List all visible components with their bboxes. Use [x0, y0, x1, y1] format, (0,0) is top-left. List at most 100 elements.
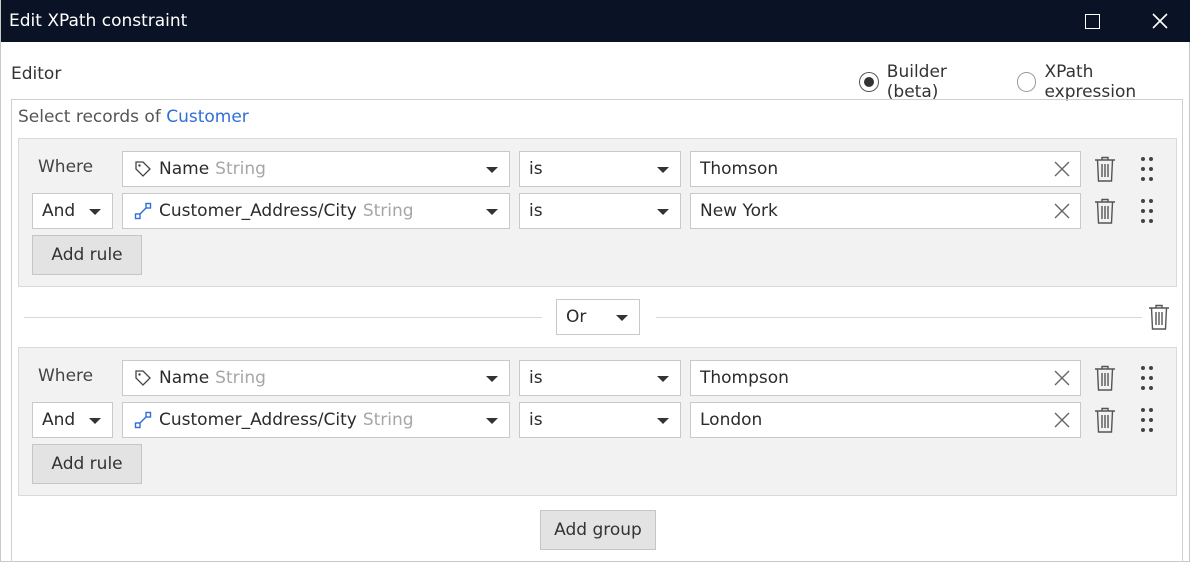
- clear-icon: [1054, 370, 1070, 386]
- maximize-button[interactable]: [1069, 0, 1115, 42]
- drag-handle-icon: [1141, 408, 1153, 432]
- rule-row: And Customer_Address/City String is New …: [19, 193, 1176, 229]
- delete-group-button[interactable]: [1146, 302, 1172, 332]
- attribute-select[interactable]: Customer_Address/City String: [122, 402, 510, 438]
- trash-icon: [1095, 156, 1115, 182]
- chevron-down-icon: [616, 315, 628, 321]
- association-icon: [133, 201, 153, 221]
- xpath-expression-radio[interactable]: [1016, 72, 1037, 92]
- attribute-select[interactable]: Name String: [122, 151, 510, 187]
- trash-icon: [1095, 407, 1115, 433]
- operator-value: is: [529, 368, 543, 388]
- drag-handle[interactable]: [1134, 363, 1160, 393]
- attribute-type: String: [215, 368, 266, 388]
- operator-value: is: [529, 410, 543, 430]
- clear-value-button[interactable]: [1044, 152, 1080, 186]
- entity-link[interactable]: Customer: [166, 107, 249, 127]
- select-records-text: Select records of Customer: [18, 107, 249, 127]
- chevron-down-icon: [486, 209, 498, 215]
- connector-value: And: [42, 410, 76, 430]
- clear-value-button[interactable]: [1044, 403, 1080, 437]
- operator-select[interactable]: is: [519, 193, 681, 229]
- rule-row: And Customer_Address/City String is Lond…: [19, 402, 1176, 438]
- tag-icon: [133, 368, 153, 388]
- select-records-prefix: Select records of: [18, 107, 161, 127]
- chevron-down-icon: [89, 209, 101, 215]
- builder-mode-option[interactable]: Builder (beta): [859, 62, 1003, 102]
- association-icon: [133, 410, 153, 430]
- chevron-down-icon: [657, 418, 669, 424]
- builder-radio[interactable]: [859, 72, 879, 92]
- group-connector-select[interactable]: Or: [556, 299, 640, 335]
- operator-select[interactable]: is: [519, 360, 681, 396]
- rule-row: Where Name String is Thomson: [19, 151, 1176, 187]
- rule-group-1: Where Name String is Thomson And Custome…: [18, 138, 1177, 287]
- value-input[interactable]: New York: [690, 193, 1081, 229]
- drag-handle[interactable]: [1134, 405, 1160, 435]
- add-group-button[interactable]: Add group: [540, 510, 656, 550]
- where-label: Where: [38, 366, 94, 386]
- drag-handle-icon: [1141, 199, 1153, 223]
- chevron-down-icon: [657, 209, 669, 215]
- drag-handle-icon: [1141, 157, 1153, 181]
- delete-rule-button[interactable]: [1092, 405, 1118, 435]
- clear-value-button[interactable]: [1044, 361, 1080, 395]
- add-rule-button[interactable]: Add rule: [32, 235, 142, 275]
- add-rule-button[interactable]: Add rule: [32, 444, 142, 484]
- chevron-down-icon: [89, 418, 101, 424]
- group-connector-value: Or: [566, 307, 587, 327]
- drag-handle-icon: [1141, 366, 1153, 390]
- where-label: Where: [38, 157, 94, 177]
- attribute-name: Customer_Address/City: [159, 201, 357, 221]
- clear-icon: [1054, 161, 1070, 177]
- operator-value: is: [529, 201, 543, 221]
- attribute-select[interactable]: Name String: [122, 360, 510, 396]
- title-bar: Edit XPath constraint: [1, 0, 1190, 42]
- drag-handle[interactable]: [1134, 154, 1160, 184]
- delete-rule-button[interactable]: [1092, 363, 1118, 393]
- connector-value: And: [42, 201, 76, 221]
- tag-icon: [133, 159, 153, 179]
- connector-select[interactable]: And: [32, 402, 113, 438]
- clear-value-button[interactable]: [1044, 194, 1080, 228]
- divider-line: [24, 317, 542, 318]
- drag-handle[interactable]: [1134, 196, 1160, 226]
- editor-label: Editor: [11, 64, 62, 84]
- value-input[interactable]: Thompson: [690, 360, 1081, 396]
- operator-select[interactable]: is: [519, 151, 681, 187]
- close-icon: [1152, 13, 1168, 29]
- delete-rule-button[interactable]: [1092, 196, 1118, 226]
- attribute-type: String: [362, 201, 414, 221]
- value-input[interactable]: Thomson: [690, 151, 1081, 187]
- xpath-expression-label: XPath expression: [1044, 62, 1137, 102]
- attribute-select[interactable]: Customer_Address/City String: [122, 193, 510, 229]
- close-button[interactable]: [1137, 0, 1183, 42]
- builder-mode-label: Builder (beta): [886, 62, 947, 102]
- operator-select[interactable]: is: [519, 402, 681, 438]
- xpath-expression-option[interactable]: XPath expression: [1016, 62, 1189, 102]
- trash-icon: [1095, 365, 1115, 391]
- window-title: Edit XPath constraint: [9, 11, 188, 31]
- clear-icon: [1054, 203, 1070, 219]
- edit-xpath-dialog: Edit XPath constraint Editor Builder (be…: [0, 0, 1190, 562]
- clear-icon: [1054, 412, 1070, 428]
- chevron-down-icon: [657, 167, 669, 173]
- value-text: Thompson: [700, 368, 789, 388]
- chevron-down-icon: [486, 376, 498, 382]
- trash-icon: [1095, 198, 1115, 224]
- value-text: New York: [700, 201, 778, 221]
- attribute-type: String: [362, 410, 414, 430]
- maximize-icon: [1084, 13, 1100, 29]
- value-text: London: [700, 410, 763, 430]
- chevron-down-icon: [486, 418, 498, 424]
- connector-select[interactable]: And: [32, 193, 113, 229]
- value-input[interactable]: London: [690, 402, 1081, 438]
- builder-panel: Select records of Customer Where Name St…: [11, 99, 1183, 562]
- delete-rule-button[interactable]: [1092, 154, 1118, 184]
- value-text: Thomson: [700, 159, 779, 179]
- attribute-type: String: [215, 159, 266, 179]
- editor-mode-radio-group: Builder (beta) XPath expression: [859, 62, 1189, 102]
- chevron-down-icon: [486, 167, 498, 173]
- divider-line: [656, 317, 1142, 318]
- chevron-down-icon: [657, 376, 669, 382]
